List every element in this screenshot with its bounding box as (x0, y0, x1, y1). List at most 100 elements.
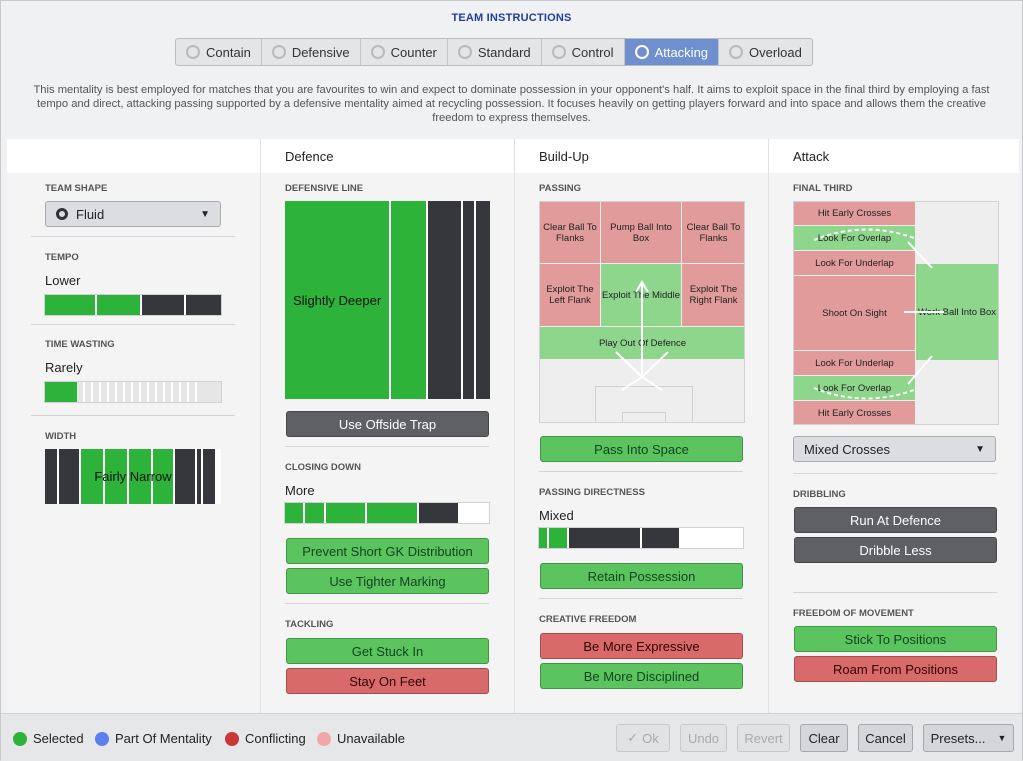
tab-label: Overload (749, 44, 802, 60)
overload-icon (729, 45, 744, 59)
clear-button[interactable]: Clear (800, 724, 848, 752)
chevron-down-icon: ▼ (975, 443, 985, 455)
defensive-line-value: Slightly Deeper (293, 293, 382, 308)
passing-directness-slider[interactable] (538, 527, 744, 549)
roam-from-positions-button[interactable]: Roam From Positions (794, 656, 997, 682)
passing-pitch: Clear Ball To Flanks Pump Ball Into Box … (539, 201, 745, 423)
divider (539, 471, 743, 472)
divider (31, 324, 235, 325)
divider (539, 598, 743, 599)
legend-label: Part Of Mentality (115, 731, 212, 746)
defence-column: Defence DEFENSIVE LINE Slightly Deeper U… (261, 139, 515, 713)
tab-label: Standard (477, 44, 531, 60)
tab-overload[interactable]: Overload (719, 39, 812, 65)
legend-unavailable: Unavailable (317, 731, 405, 746)
retain-possession-button[interactable]: Retain Possession (540, 563, 743, 589)
cancel-button[interactable]: Cancel (858, 724, 913, 752)
presets-label: Presets... (930, 730, 986, 746)
freedom-of-movement-label: FREEDOM OF MOVEMENT (793, 608, 914, 619)
legend-label: Conflicting (245, 731, 306, 746)
defensive-line-selector[interactable]: Slightly Deeper (285, 201, 490, 399)
tab-attacking[interactable]: Attacking (624, 39, 720, 65)
legend-dot-selected (13, 731, 27, 746)
be-more-disciplined-button[interactable]: Be More Disciplined (540, 663, 743, 689)
offside-trap-button[interactable]: Use Offside Trap (286, 411, 489, 437)
divider (31, 236, 235, 237)
attack-arrows (813, 228, 944, 400)
tab-counter[interactable]: Counter (361, 39, 448, 65)
window-title: TEAM INSTRUCTIONS (451, 12, 572, 24)
prevent-short-gk-button[interactable]: Prevent Short GK Distribution (286, 538, 489, 564)
legend-label: Selected (33, 731, 84, 746)
passing-label: PASSING (539, 183, 582, 194)
ok-button[interactable]: ✓ Ok (616, 724, 670, 752)
be-more-expressive-button[interactable]: Be More Expressive (540, 633, 743, 659)
dribble-less-button[interactable]: Dribble Less (794, 537, 997, 563)
passing-arrows (615, 280, 669, 391)
defence-header: Defence (261, 139, 514, 173)
time-wasting-value: Rarely (45, 360, 83, 375)
attack-column: Attack FINAL THIRD Hit Early Crosses Loo… (769, 139, 1019, 713)
attacking-icon (634, 45, 649, 59)
chevron-down-icon: ▼ (997, 733, 1007, 743)
team-shape-select[interactable]: Fluid ▼ (45, 201, 221, 227)
divider (793, 592, 997, 593)
closing-down-value: More (285, 483, 315, 498)
defensive-line-label: DEFENSIVE LINE (285, 183, 364, 194)
tackling-label: TACKLING (285, 619, 334, 630)
legend-label: Unavailable (337, 731, 405, 746)
check-icon: ✓ (627, 730, 639, 745)
footer-bar: Selected Part Of Mentality Conflicting U… (1, 713, 1022, 761)
tab-defensive[interactable]: Defensive (262, 39, 361, 65)
mentality-tabs: Contain Defensive Counter Standard Contr… (175, 38, 813, 66)
divider (31, 415, 235, 416)
fluid-icon (56, 208, 68, 220)
stick-to-positions-button[interactable]: Stick To Positions (794, 626, 997, 652)
divider (285, 446, 489, 447)
time-wasting-slider[interactable] (44, 381, 222, 403)
undo-button[interactable]: Undo (680, 724, 727, 752)
chevron-down-icon: ▼ (200, 208, 210, 220)
legend-dot-unavailable (317, 731, 331, 746)
shield-icon (271, 45, 286, 59)
tempo-slider[interactable] (44, 294, 222, 316)
tempo-label: TEMPO (45, 252, 79, 263)
legend-dot-mentality (95, 731, 109, 746)
tab-label: Contain (206, 44, 251, 60)
width-slider[interactable]: Fairly Narrow (45, 449, 221, 504)
pass-into-space-button[interactable]: Pass Into Space (540, 436, 743, 462)
get-stuck-in-button[interactable]: Get Stuck In (286, 638, 489, 664)
general-column-header (7, 139, 260, 173)
legend-selected: Selected (13, 731, 84, 746)
time-wasting-label: TIME WASTING (45, 339, 115, 350)
general-column: TEAM SHAPE Fluid ▼ TEMPO Lower TIME WAST… (7, 139, 261, 713)
tab-standard[interactable]: Standard (448, 39, 542, 65)
tighter-marking-button[interactable]: Use Tighter Marking (286, 568, 489, 594)
run-at-defence-button[interactable]: Run At Defence (794, 507, 997, 533)
tab-contain[interactable]: Contain (176, 39, 262, 65)
presets-button[interactable]: Presets... ▼ (923, 724, 1014, 752)
divider (285, 603, 489, 604)
buildup-header: Build-Up (515, 139, 768, 173)
divider (793, 473, 997, 474)
tab-label: Counter (390, 44, 437, 60)
closing-down-label: CLOSING DOWN (285, 462, 361, 473)
revert-button[interactable]: Revert (737, 724, 790, 752)
passing-directness-label: PASSING DIRECTNESS (539, 487, 645, 498)
legend-dot-conflicting (225, 731, 239, 746)
final-third-label: FINAL THIRD (793, 183, 853, 194)
team-shape-label: TEAM SHAPE (45, 183, 108, 194)
team-instructions-window: TEAM INSTRUCTIONS Contain Defensive Coun… (0, 0, 1023, 761)
dribbling-label: DRIBBLING (793, 489, 846, 500)
contain-icon (186, 45, 200, 59)
control-icon (551, 45, 566, 59)
instructions-columns: TEAM SHAPE Fluid ▼ TEMPO Lower TIME WAST… (7, 139, 1019, 713)
counter-icon (370, 45, 385, 59)
final-third-pitch: Hit Early Crosses Look For Overlap Look … (793, 201, 999, 425)
tab-control[interactable]: Control (542, 39, 625, 65)
crosses-select[interactable]: Mixed Crosses ▼ (793, 436, 996, 462)
closing-down-slider[interactable] (284, 502, 490, 524)
stay-on-feet-button[interactable]: Stay On Feet (286, 668, 489, 694)
crosses-value: Mixed Crosses (804, 441, 890, 457)
tab-label: Attacking (654, 44, 709, 60)
